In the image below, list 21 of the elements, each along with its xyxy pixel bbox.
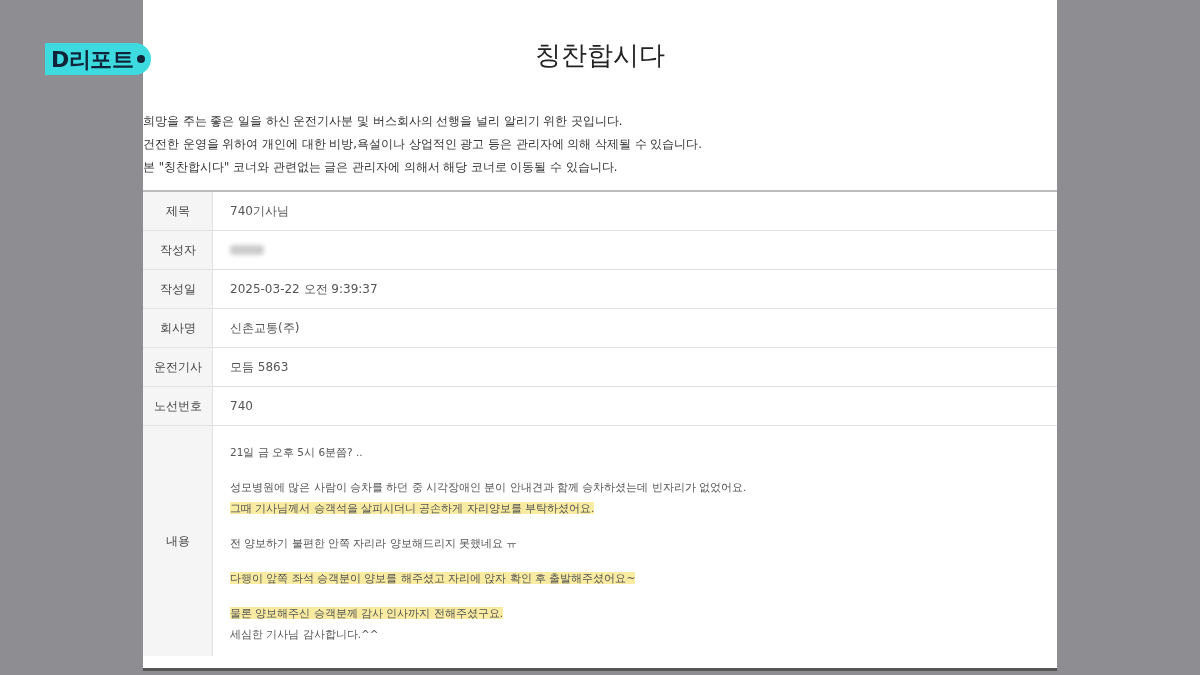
content-line: 21일 금 오후 5시 6분쯤? .. <box>230 446 363 458</box>
content-line: 성모병원에 많은 사람이 승차를 하던 중 시각장애인 분이 안내견과 함께 승차하셨는데 빈자리가 없었어요. <box>230 481 747 493</box>
content-line: 세심한 기사님 감사합니다.^^ <box>230 628 379 640</box>
field-label: 회사명 <box>143 309 213 347</box>
field-value: 신촌교통(주) <box>230 320 300 337</box>
field-label: 작성일 <box>143 270 213 308</box>
content-line: 전 양보하기 불편한 안쪽 자리라 양보해드리지 못했네요 ㅠ <box>230 537 518 549</box>
field-value: 740기사님 <box>230 203 289 220</box>
field-label: 제목 <box>143 192 213 230</box>
field-value: 모듬 5863 <box>230 359 289 376</box>
notice-text: 건전한 운영을 위하여 개인에 대한 비방,욕설이나 상업적인 광고 등은 관리자에 의해 삭제될 수 있습니다. <box>143 136 703 153</box>
field-label: 노선번호 <box>143 387 213 425</box>
notice-text: 본 "칭찬합시다" 코너와 관련없는 글은 관리자에 의해서 해당 코너로 이동될 수 있습니다. <box>143 159 619 176</box>
field-value: 740 <box>230 398 253 415</box>
field-label: 작성자 <box>143 231 213 269</box>
broadcast-badge: D리포트 <box>45 43 152 75</box>
field-label: 운전기사 <box>143 348 213 386</box>
field-value: 2025-03-22 오전 9:39:37 <box>230 281 378 298</box>
notice-text: 희망을 주는 좋은 일을 하신 운전기사분 및 버스회사의 선행을 널리 알리기 위한 곳입니다. <box>143 113 624 130</box>
page-title: 칭찬합시다 <box>535 39 665 72</box>
field-label: 내용 <box>143 426 213 656</box>
